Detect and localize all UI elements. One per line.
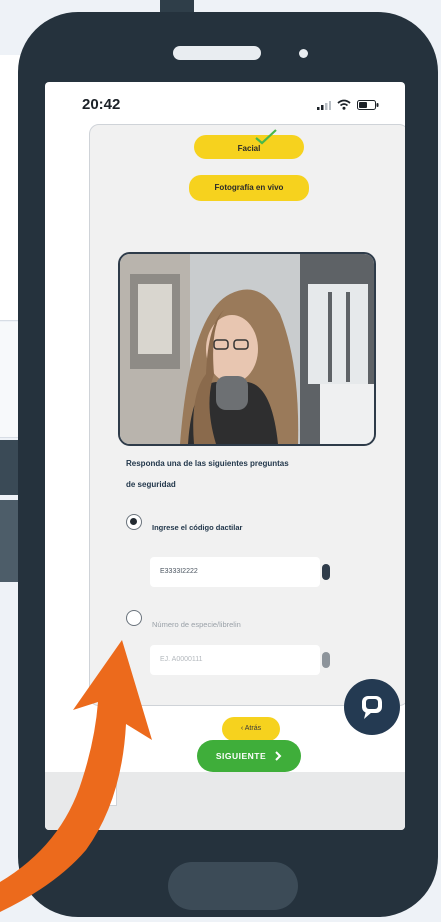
next-button-label: SIGUIENTE <box>215 751 267 761</box>
live-photo-pill: Fotografía en vivo <box>189 175 309 201</box>
status-time: 20:42 <box>82 96 121 113</box>
especie-number-input[interactable]: EJ. A0000111 <box>150 645 320 675</box>
chevron-right-icon <box>275 751 282 761</box>
back-button[interactable]: ‹ Atrás <box>222 717 280 741</box>
option1-radio[interactable] <box>126 514 142 530</box>
phone-camera <box>299 49 308 58</box>
signal-icon <box>317 97 331 115</box>
especie-field-accent <box>322 652 330 668</box>
dactilar-code-input[interactable]: E3333I2222 <box>150 557 320 587</box>
phone-speaker <box>173 46 261 60</box>
option2-radio[interactable] <box>126 610 142 626</box>
security-question-heading: Responda una de las siguientes preguntas… <box>126 459 366 489</box>
battery-icon <box>357 97 379 115</box>
option2-label: Número de especie/librelin <box>152 620 241 629</box>
question-heading-line2: de seguridad <box>126 480 176 489</box>
chat-button[interactable] <box>344 679 400 735</box>
facial-step-pill: Facial <box>194 129 304 159</box>
facial-label: Facial <box>237 144 261 153</box>
side-tab <box>89 764 117 806</box>
question-heading-line1: Responda una de las siguientes preguntas <box>126 459 289 468</box>
chat-bubble-icon <box>362 696 382 719</box>
next-button[interactable]: SIGUIENTE <box>197 740 301 772</box>
checkmark-icon <box>255 129 277 145</box>
verification-card: Facial Fotografía en vivo Responda una d… <box>89 124 405 741</box>
dactilar-field-accent <box>322 564 330 580</box>
live-photo-preview <box>118 252 376 446</box>
live-photo-label: Fotografía en vivo <box>214 183 284 192</box>
phone-frame: 20:42 Facial Fotografía en vivo Responda… <box>18 12 438 917</box>
home-button[interactable] <box>168 862 298 910</box>
wifi-icon <box>337 97 351 115</box>
status-bar: 20:42 <box>45 82 405 122</box>
option1-label: Ingrese el código dactilar <box>152 523 243 532</box>
person-photo <box>120 254 374 444</box>
